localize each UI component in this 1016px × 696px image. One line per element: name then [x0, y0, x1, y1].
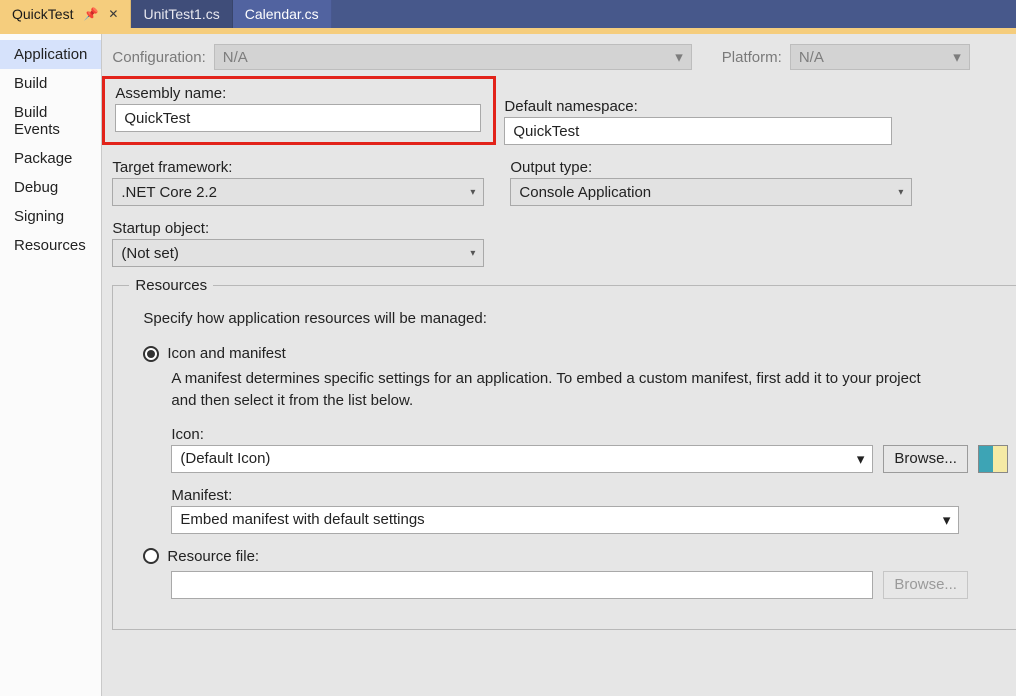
tab-label: Calendar.cs: [245, 6, 319, 22]
output-type-label: Output type:: [510, 159, 912, 176]
chevron-down-icon: ▾: [470, 187, 475, 198]
tab-label: QuickTest: [12, 6, 73, 22]
radio-resource-file-label: Resource file:: [167, 548, 259, 565]
icon-label: Icon:: [171, 426, 1008, 443]
resource-file-input: [171, 571, 873, 599]
target-framework-label: Target framework:: [112, 159, 484, 176]
browse-icon-button[interactable]: Browse...: [883, 445, 968, 473]
sidebar-item-resources[interactable]: Resources: [0, 231, 101, 260]
sidebar-item-package[interactable]: Package: [0, 144, 101, 173]
tab-quicktest[interactable]: QuickTest 📌 ✕: [0, 0, 131, 28]
icon-preview-swatch: [978, 445, 1008, 473]
assembly-name-highlight: Assembly name:: [102, 76, 496, 145]
radio-icon-manifest-label: Icon and manifest: [167, 345, 285, 362]
platform-select[interactable]: N/A ▾: [790, 44, 970, 70]
resources-legend: Resources: [129, 277, 213, 294]
startup-object-label: Startup object:: [112, 220, 484, 237]
default-namespace-label: Default namespace:: [504, 98, 892, 115]
manifest-field-label: Manifest:: [171, 487, 1008, 504]
tab-label: UnitTest1.cs: [143, 6, 219, 22]
resources-group: Resources Specify how application resour…: [112, 277, 1016, 630]
tab-calendar[interactable]: Calendar.cs: [233, 0, 332, 28]
radio-resource-file[interactable]: [143, 548, 159, 564]
startup-object-select[interactable]: (Not set) ▾: [112, 239, 484, 267]
browse-resource-file-button: Browse...: [883, 571, 968, 599]
configuration-label: Configuration:: [112, 49, 205, 66]
sidebar-item-build[interactable]: Build: [0, 69, 101, 98]
chevron-down-icon: ▾: [953, 48, 961, 66]
chevron-down-icon: ▾: [857, 450, 865, 468]
pin-icon[interactable]: 📌: [83, 7, 98, 21]
chevron-down-icon: ▾: [898, 187, 903, 198]
sidebar-item-debug[interactable]: Debug: [0, 173, 101, 202]
chevron-down-icon: ▾: [470, 248, 475, 259]
sidebar-item-application[interactable]: Application: [0, 40, 101, 69]
chevron-down-icon: ▾: [943, 511, 951, 529]
manifest-description: A manifest determines specific settings …: [171, 368, 931, 412]
assembly-name-input[interactable]: [115, 104, 481, 132]
manifest-select[interactable]: Embed manifest with default settings ▾: [171, 506, 959, 534]
sidebar-item-build-events[interactable]: Build Events: [0, 98, 101, 144]
sidebar-item-signing[interactable]: Signing: [0, 202, 101, 231]
chevron-down-icon: ▾: [675, 48, 683, 66]
tab-unittest1[interactable]: UnitTest1.cs: [131, 0, 232, 28]
target-framework-select[interactable]: .NET Core 2.2 ▾: [112, 178, 484, 206]
assembly-name-label: Assembly name:: [115, 85, 481, 102]
output-type-select[interactable]: Console Application ▾: [510, 178, 912, 206]
property-page-sidebar: Application Build Build Events Package D…: [0, 34, 102, 696]
tab-strip: QuickTest 📌 ✕ UnitTest1.cs Calendar.cs: [0, 0, 1016, 28]
default-namespace-input[interactable]: [504, 117, 892, 145]
resources-description: Specify how application resources will b…: [143, 310, 1008, 327]
configuration-select[interactable]: N/A ▾: [214, 44, 692, 70]
radio-icon-manifest[interactable]: [143, 346, 159, 362]
close-icon[interactable]: ✕: [108, 7, 118, 21]
config-row: Configuration: N/A ▾ Platform: N/A ▾: [102, 34, 1016, 82]
icon-select[interactable]: (Default Icon) ▾: [171, 445, 873, 473]
platform-label: Platform:: [722, 49, 782, 66]
